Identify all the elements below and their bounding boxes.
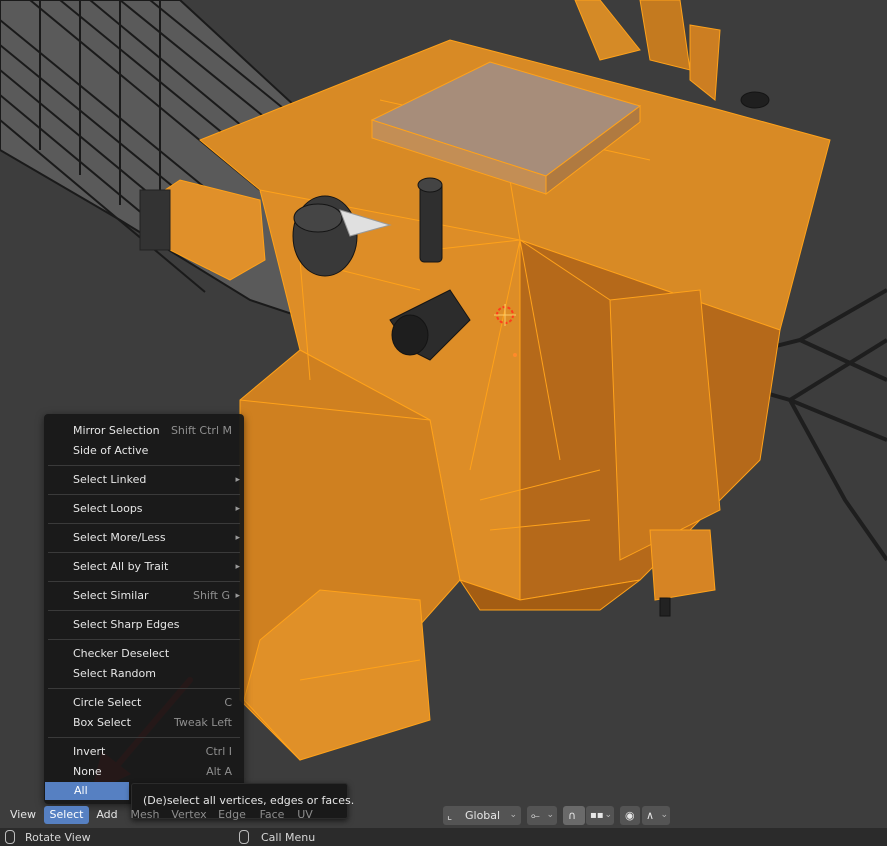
menu-item-label: Select More/Less — [73, 531, 166, 544]
select-menu: Mirror Selection Shift Ctrl M Side of Ac… — [44, 414, 244, 804]
menu-item-label: Select All by Trait — [73, 560, 169, 573]
menu-separator — [48, 552, 240, 553]
menu-item-shortcut: Alt A — [206, 765, 232, 778]
status-left-text: Rotate View — [25, 831, 91, 844]
chevron-down-icon: ⌄ — [546, 810, 554, 820]
header-menu-add[interactable]: Add — [91, 806, 123, 824]
menu-item-select-sharp-edges[interactable]: Select Sharp Edges — [44, 615, 244, 635]
mouse-right-icon — [239, 830, 249, 844]
menu-item-label: Mirror Selection — [73, 424, 160, 437]
menu-item-label: None — [73, 765, 102, 778]
chevron-down-icon: ⌄ — [509, 810, 517, 820]
menu-separator — [48, 494, 240, 495]
menu-separator — [48, 610, 240, 611]
menu-item-label: Select Loops — [73, 502, 143, 515]
proportional-edit-icon: ◉ — [625, 809, 635, 822]
menu-item-box-select[interactable]: Box Select Tweak Left — [44, 713, 244, 733]
menu-item-label: Circle Select — [73, 696, 142, 709]
transform-orientation-dropdown[interactable]: ⌞ Global ⌄ — [443, 806, 521, 825]
menu-item-label: Side of Active — [73, 444, 149, 457]
status-bar: Rotate View Call Menu — [0, 828, 887, 846]
menu-item-checker-deselect[interactable]: Checker Deselect — [44, 644, 244, 664]
menu-item-shortcut: C — [224, 696, 232, 709]
menu-item-label: Box Select — [73, 716, 131, 729]
snap-toggle[interactable]: ∩ — [563, 806, 585, 825]
mouse-left-icon — [5, 830, 15, 844]
menu-item-mirror-selection[interactable]: Mirror Selection Shift Ctrl M — [44, 421, 244, 441]
header-menu-view[interactable]: View — [5, 806, 41, 824]
menu-item-label: Select Linked — [73, 473, 147, 486]
status-right-text: Call Menu — [261, 831, 316, 844]
snap-element-dropdown[interactable]: ▪▪ ⌄ — [586, 806, 614, 825]
menu-separator — [48, 465, 240, 466]
falloff-curve-icon: ∧ — [646, 809, 655, 822]
header-menu-edge[interactable]: Edge — [216, 806, 248, 824]
menu-item-all[interactable]: All — [45, 782, 129, 800]
header-menu-face[interactable]: Face — [256, 806, 288, 824]
submenu-arrow-icon: ▸ — [235, 504, 240, 514]
menu-item-label: Invert — [73, 745, 106, 758]
menu-separator — [48, 581, 240, 582]
snap-magnet-icon: ∩ — [568, 809, 577, 822]
menu-item-select-similar[interactable]: Select Similar Shift G ▸ — [44, 586, 244, 606]
submenu-arrow-icon: ▸ — [235, 533, 240, 543]
menu-item-shortcut: Ctrl I — [205, 745, 232, 758]
menu-item-label: All — [74, 784, 88, 797]
menu-item-select-random[interactable]: Select Random — [44, 664, 244, 684]
pivot-point-dropdown[interactable]: ⟜ ⌄ — [527, 806, 557, 825]
menu-item-invert[interactable]: Invert Ctrl I — [44, 742, 244, 762]
menu-item-shortcut: Shift Ctrl M — [170, 424, 232, 437]
submenu-arrow-icon: ▸ — [235, 475, 240, 485]
header-menu-mesh[interactable]: Mesh — [128, 806, 162, 824]
menu-item-label: Select Similar — [73, 589, 149, 602]
chevron-down-icon: ⌄ — [604, 810, 612, 820]
pivot-point-icon: ⟜ — [531, 809, 540, 822]
chevron-down-icon: ⌄ — [660, 810, 668, 820]
proportional-edit-toggle[interactable]: ◉ — [620, 806, 640, 825]
submenu-arrow-icon: ▸ — [235, 591, 240, 601]
menu-separator — [48, 639, 240, 640]
menu-item-select-all-by-trait[interactable]: Select All by Trait ▸ — [44, 557, 244, 577]
menu-separator — [48, 688, 240, 689]
menu-separator — [48, 523, 240, 524]
menu-separator — [48, 737, 240, 738]
menu-item-label: Select Sharp Edges — [73, 618, 180, 631]
transform-orientation-icon: ⌞ — [447, 809, 453, 822]
menu-item-label: Select Random — [73, 667, 156, 680]
proportional-falloff-dropdown[interactable]: ∧ ⌄ — [642, 806, 670, 825]
submenu-arrow-icon: ▸ — [235, 562, 240, 572]
header-menu-select[interactable]: Select — [44, 806, 89, 824]
orientation-value: Global — [465, 809, 501, 822]
menu-item-circle-select[interactable]: Circle Select C — [44, 693, 244, 713]
menu-item-side-of-active[interactable]: Side of Active — [44, 441, 244, 461]
menu-item-select-more-less[interactable]: Select More/Less ▸ — [44, 528, 244, 548]
menu-item-label: Checker Deselect — [73, 647, 170, 660]
header-menu-vertex[interactable]: Vertex — [168, 806, 210, 824]
snap-grid-icon: ▪▪ — [590, 810, 604, 821]
menu-item-shortcut: Shift G — [192, 589, 230, 602]
header-menu-uv[interactable]: UV — [294, 806, 316, 824]
viewport-header: View Select Add Mesh Vertex Edge Face UV… — [0, 804, 887, 826]
menu-item-shortcut: Tweak Left — [174, 716, 232, 729]
menu-item-select-linked[interactable]: Select Linked ▸ — [44, 470, 244, 490]
menu-item-select-loops[interactable]: Select Loops ▸ — [44, 499, 244, 519]
menu-item-none[interactable]: None Alt A — [44, 762, 244, 782]
